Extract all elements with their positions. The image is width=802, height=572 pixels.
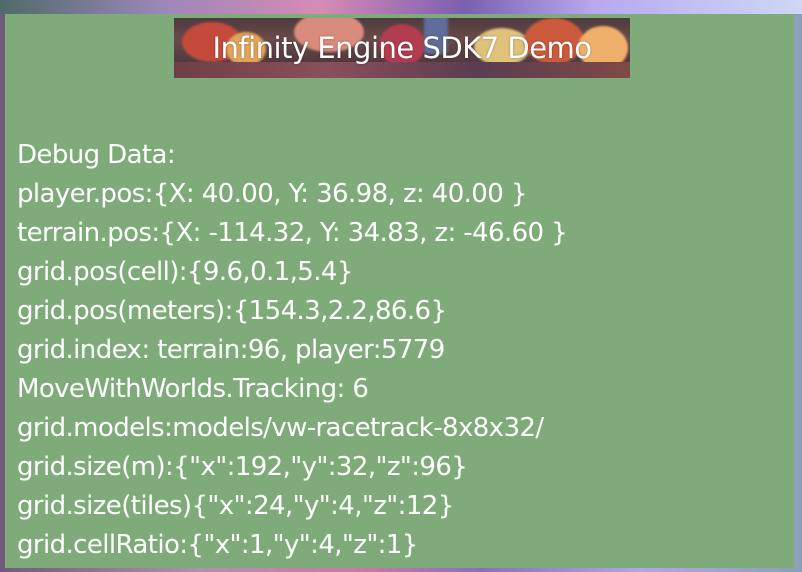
debug-line-grid-pos-cell: grid.pos(cell):{9.6,0.1,5.4} (17, 257, 353, 287)
debug-data-block: Debug Data: player.pos:{X: 40.00, Y: 36.… (17, 136, 568, 565)
debug-line-grid-cell-ratio: grid.cellRatio:{"x":1,"y":4,"z":1} (17, 530, 418, 560)
scene-background-strip (0, 0, 802, 14)
debug-line-grid-pos-meters: grid.pos(meters):{154.3,2.2,86.6} (17, 296, 447, 326)
debug-line-grid-models: grid.models:models/vw-racetrack-8x8x32/ (17, 413, 544, 443)
debug-line-terrain-pos: terrain.pos:{X: -114.32, Y: 34.83, z: -4… (17, 218, 568, 248)
game-viewport: Infinity Engine SDK7 Demo Debug Data: pl… (0, 0, 802, 572)
debug-line-grid-size-m: grid.size(m):{"x":192,"y":32,"z":96} (17, 452, 468, 482)
debug-line-tracking: MoveWithWorlds.Tracking: 6 (17, 374, 369, 404)
debug-line-player-pos: player.pos:{X: 40.00, Y: 36.98, z: 40.00… (17, 179, 527, 209)
title-banner: Infinity Engine SDK7 Demo (174, 18, 630, 78)
debug-header: Debug Data: (17, 140, 176, 170)
banner-title: Infinity Engine SDK7 Demo (212, 31, 592, 65)
debug-line-grid-size-tiles: grid.size(tiles){"x":24,"y":4,"z":12} (17, 491, 454, 521)
debug-line-grid-index: grid.index: terrain:96, player:5779 (17, 335, 445, 365)
